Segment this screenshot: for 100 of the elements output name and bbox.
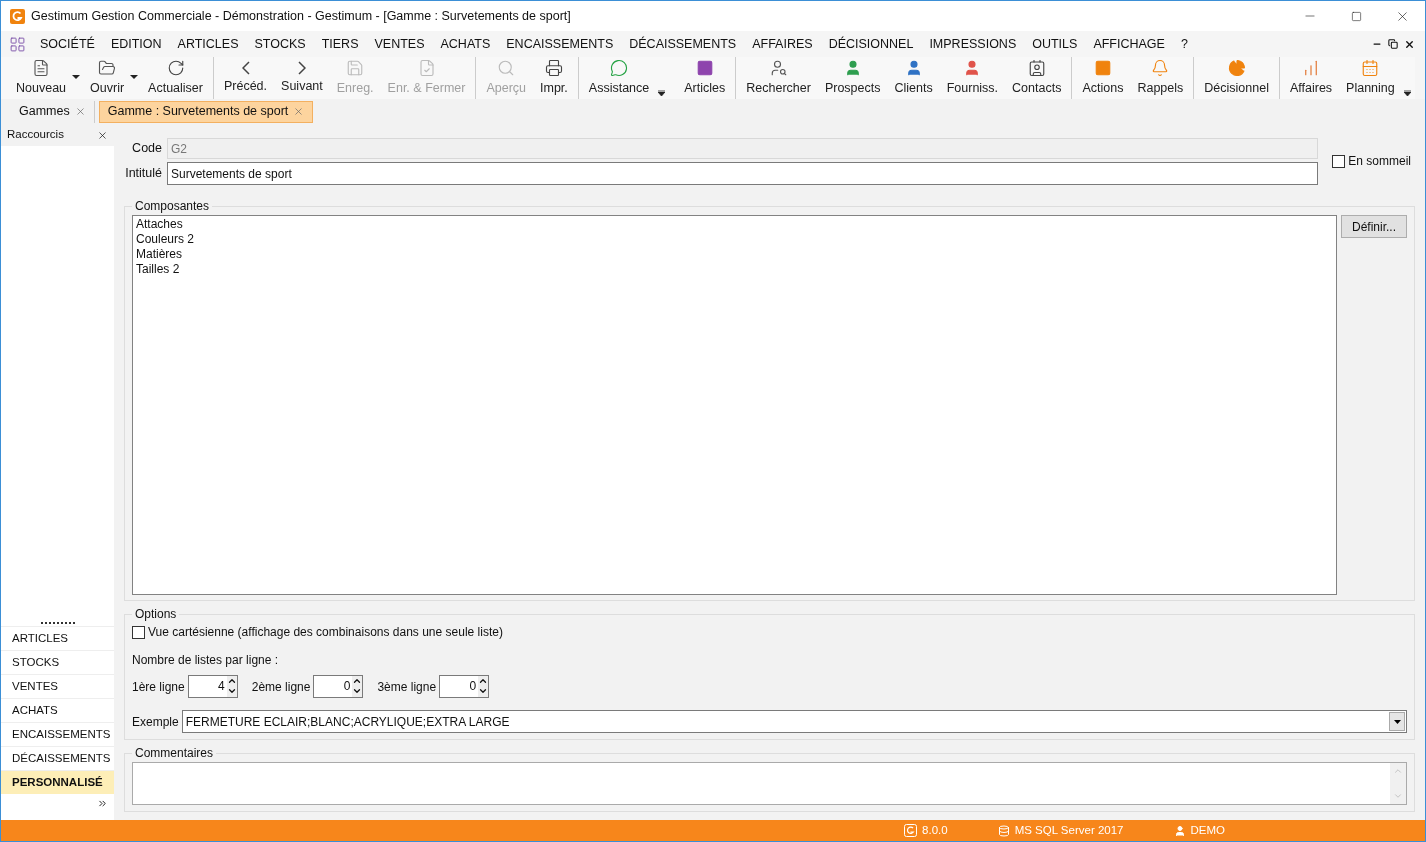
dropdown-caret-icon[interactable] [130, 75, 139, 79]
components-list[interactable]: Attaches Couleurs 2 Matières Tailles 2 [132, 215, 1337, 595]
printer-icon [544, 58, 563, 77]
close-panel-icon[interactable] [97, 129, 108, 141]
checkbox-label: Vue cartésienne (affichage des combinaisons dans une seule liste) [148, 624, 503, 641]
dropdown-caret-icon[interactable] [72, 75, 81, 79]
toolbar-button[interactable]: Actions [1075, 57, 1131, 99]
menu-item[interactable]: ACHATS [432, 34, 499, 54]
toolbar-button[interactable]: Fourniss. [939, 57, 1006, 99]
chat-bubble-icon [610, 58, 629, 77]
toolbar-button[interactable]: Contacts [1005, 57, 1069, 99]
toolbar-button[interactable]: Décisionnel [1197, 57, 1276, 99]
toolbar-button[interactable]: Précéd. [216, 57, 275, 99]
toolbar-button[interactable]: Nouveau [9, 57, 84, 99]
example-dropdown[interactable]: FERMETURE ECLAIR;BLANC;ACRYLIQUE;EXTRA LARGE [181, 710, 1407, 733]
app-logo-icon [10, 8, 25, 24]
group-title: Composantes [134, 198, 211, 215]
database-icon [997, 824, 1010, 837]
toolbar-button[interactable]: Prospects [817, 57, 888, 99]
bell-icon [1151, 58, 1170, 77]
bar-chart-icon [1302, 58, 1320, 77]
overflow-caret-icon[interactable] [658, 90, 666, 96]
spin-up-icon[interactable] [226, 676, 237, 686]
toolbar-button[interactable]: Ouvrir [83, 57, 142, 99]
field-label: Intitulé [124, 165, 162, 183]
toolbar-button[interactable]: Rechercher [739, 57, 818, 99]
number-spinner[interactable]: 0 [439, 675, 490, 698]
folder-icon [98, 58, 117, 77]
app-logo-icon [904, 824, 918, 837]
restore-doc-icon[interactable] [1388, 39, 1398, 49]
menu-item[interactable]: TIERS [313, 34, 367, 54]
chevron-right-icon [297, 60, 306, 75]
toolbar-button[interactable]: Actualiser [141, 57, 210, 99]
list-item[interactable]: Matières [136, 247, 1333, 262]
menu-item[interactable]: DÉCISIONNEL [820, 34, 922, 54]
menu-item[interactable]: IMPRESSIONS [921, 34, 1025, 54]
tab-label: Gammes [19, 103, 70, 121]
toolbar-button[interactable]: Assistance [581, 57, 657, 99]
number-spinner[interactable]: 4 [187, 675, 238, 698]
field-label: 3ème ligne [377, 678, 437, 696]
expand-more-icon[interactable] [97, 798, 108, 809]
document-tab[interactable]: Gamme : Survetements de sport [98, 100, 314, 123]
number-spinner[interactable]: 0 [313, 675, 364, 698]
list-item[interactable]: Attaches [136, 217, 1333, 232]
menu-item[interactable]: ARTICLES [169, 34, 247, 54]
menu-item[interactable]: AFFAIRES [744, 34, 821, 54]
database-text: MS SQL Server 2017 [1014, 822, 1124, 838]
menu-item[interactable]: OUTILS [1024, 34, 1086, 54]
window-title: Gestimum Gestion Commerciale - Démonstration - Gestimum - [Gamme : Survetements de sport] [31, 7, 571, 25]
cartesian-checkbox[interactable] [132, 625, 145, 639]
spin-down-icon[interactable] [226, 686, 237, 696]
shortcut-item[interactable]: PERSONNALISÉ [1, 770, 114, 794]
pie-chart-icon [1227, 58, 1246, 77]
spin-down-icon[interactable] [352, 686, 363, 696]
grip-handle-icon[interactable] [40, 622, 75, 624]
close-tab-icon[interactable] [74, 106, 86, 117]
list-item[interactable]: Couleurs 2 [136, 232, 1333, 247]
list-item[interactable]: Tailles 2 [136, 262, 1333, 277]
field-label: 1ère ligne [132, 678, 185, 696]
menu-item[interactable]: ? [1172, 34, 1196, 54]
save-icon [346, 58, 365, 77]
calendar-icon [1361, 58, 1380, 77]
toolbar-button[interactable]: Affaires [1282, 57, 1340, 99]
preview-icon [497, 58, 516, 77]
toolbar-button[interactable]: Suivant [274, 57, 330, 99]
document-icon [32, 58, 50, 77]
menu-item[interactable]: ENCAISSEMENTS [498, 34, 622, 54]
field-label: Code [131, 140, 162, 158]
refresh-icon [166, 58, 185, 77]
save-check-icon [417, 58, 436, 77]
version-text: 8.0.0 [922, 822, 948, 838]
title-field[interactable]: Survetements de sport [167, 162, 1319, 185]
toolbar-button[interactable]: Clients [887, 57, 940, 99]
menu-item[interactable]: SOCIÉTÉ [32, 34, 103, 54]
document-tab[interactable]: Gammes [11, 100, 95, 123]
menu-grid-icon[interactable] [9, 35, 26, 53]
group-title: Commentaires [134, 745, 215, 762]
user-text: DEMO [1190, 822, 1225, 838]
spin-up-icon[interactable] [478, 676, 489, 686]
square-icon [695, 58, 714, 77]
toolbar-button[interactable]: Rappels [1130, 57, 1191, 99]
sleep-checkbox[interactable] [1332, 154, 1346, 168]
toolbar-button[interactable]: Planning [1339, 57, 1402, 99]
spin-up-icon[interactable] [352, 676, 363, 686]
menu-item[interactable]: DÉCAISSEMENTS [621, 34, 745, 54]
panel-title: Raccourcis [7, 127, 64, 143]
menu-item[interactable]: VENTES [366, 34, 433, 54]
user-icon [1173, 824, 1186, 837]
overflow-caret-icon[interactable] [1403, 90, 1411, 96]
menu-item[interactable]: EDITION [102, 34, 170, 54]
menu-item[interactable]: STOCKS [246, 34, 314, 54]
toolbar-button[interactable]: Articles [677, 57, 733, 99]
menu-item[interactable]: AFFICHAGE [1085, 34, 1173, 54]
spin-down-icon[interactable] [478, 686, 489, 696]
checkbox-label: En sommeil [1348, 153, 1411, 170]
field-label: 2ème ligne [251, 678, 311, 696]
toolbar-button[interactable]: Impr. [533, 57, 575, 99]
close-doc-icon[interactable] [1404, 38, 1415, 50]
define-button[interactable]: Définir... [1341, 215, 1407, 238]
contact-card-icon [1027, 58, 1046, 77]
